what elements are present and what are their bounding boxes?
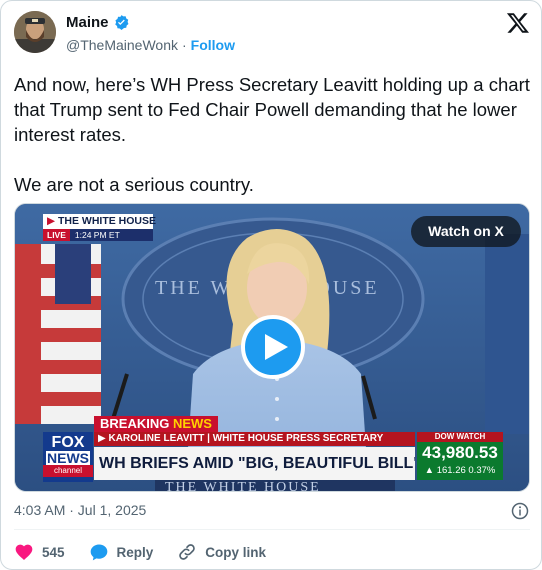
- avatar[interactable]: [14, 11, 56, 53]
- copy-link-button[interactable]: Copy link: [177, 542, 266, 562]
- reply-icon: [90, 544, 107, 561]
- dow-change: ▲ 161.26 0.37%: [424, 465, 496, 476]
- copy-link-label: Copy link: [205, 544, 267, 560]
- channel-top: FOX: [51, 434, 85, 451]
- live-tag: LIVE: [43, 229, 70, 241]
- live-time: 1:24 PM ET: [74, 230, 120, 240]
- play-icon: [265, 334, 288, 360]
- author-name-row: Maine: [66, 14, 130, 31]
- breaking-news-banner: BREAKING NEWS: [94, 416, 218, 432]
- follow-button[interactable]: Follow: [191, 37, 235, 53]
- tweet-text: And now, here’s WH Press Secretary Leavi…: [14, 74, 530, 195]
- dow-ticker: DOW WATCH 43,980.53 ▲ 161.26 0.37%: [417, 432, 503, 480]
- verified-badge-icon: [114, 15, 128, 30]
- watch-on-x-button[interactable]: Watch on X: [411, 216, 521, 247]
- author-name[interactable]: Maine: [66, 14, 109, 31]
- dow-label: DOW WATCH: [417, 432, 503, 442]
- info-icon[interactable]: [511, 502, 529, 520]
- tweet-timestamp[interactable]: 4:03 AM · Jul 1, 2025: [14, 502, 146, 518]
- live-location: THE WHITE HOUSE: [58, 215, 157, 227]
- chyron-headline: WH BRIEFS AMID "BIG, BEAUTIFUL BILL" MAR…: [94, 447, 415, 480]
- tweet-card: Maine @TheMaineWonk · Follow And now, he…: [0, 0, 542, 570]
- chyron-subline-text: KAROLINE LEAVITT | WHITE HOUSE PRESS SEC…: [108, 433, 384, 444]
- heart-icon: [15, 544, 33, 560]
- channel-logo: FOX NEWS channel: [43, 432, 93, 482]
- action-bar: 545 Reply Copy link: [14, 540, 290, 564]
- live-arrow: ▶: [47, 215, 58, 227]
- link-icon: [179, 544, 196, 560]
- reply-button[interactable]: Reply: [89, 542, 154, 562]
- divider: [14, 529, 530, 530]
- reply-label: Reply: [116, 544, 154, 560]
- news-chyron: FOX NEWS channel BREAKING NEWS ▶ KAROLIN…: [43, 416, 503, 482]
- author-handle-row: @TheMaineWonk · Follow: [66, 37, 235, 53]
- video-player[interactable]: THE WHITE HOUSE THE WHITE HOUSE ▶ THE WH…: [14, 203, 530, 492]
- author-handle[interactable]: @TheMaineWonk: [66, 37, 178, 53]
- live-bug: ▶ THE WHITE HOUSE LIVE 1:24 PM ET: [43, 214, 157, 242]
- channel-bottom: channel: [43, 465, 93, 477]
- breaking-label: BREAKING: [100, 416, 170, 431]
- like-count: 545: [42, 544, 65, 560]
- dow-value: 43,980.53: [422, 443, 498, 462]
- like-button[interactable]: 545: [14, 542, 65, 562]
- separator-dot: ·: [182, 37, 187, 53]
- channel-mid: NEWS: [46, 450, 90, 466]
- tweet-header: Maine @TheMaineWonk · Follow: [14, 11, 530, 57]
- play-button[interactable]: [241, 315, 305, 379]
- chyron-subline: ▶ KAROLINE LEAVITT | WHITE HOUSE PRESS S…: [94, 432, 415, 446]
- news-label: NEWS: [172, 416, 212, 431]
- x-logo-icon[interactable]: [506, 11, 530, 35]
